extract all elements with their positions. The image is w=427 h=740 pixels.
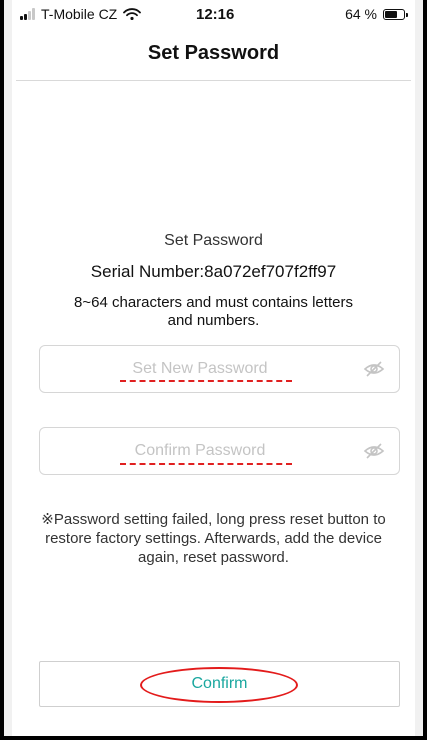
new-password-field[interactable]	[39, 345, 400, 393]
reset-notice: ※Password setting failed, long press res…	[41, 511, 386, 566]
status-time: 12:16	[196, 6, 235, 23]
serial-number: Serial Number:8a072ef707f2ff97	[90, 262, 337, 281]
eye-hidden-icon[interactable]	[363, 360, 385, 378]
battery-tip	[406, 12, 408, 17]
wifi-icon	[123, 8, 142, 20]
battery-icon	[383, 8, 408, 20]
annotation-underline-new-password	[120, 380, 292, 382]
page-title: Set Password	[147, 42, 280, 64]
status-right: 64 %	[345, 6, 408, 22]
screen-gutter-right	[415, 0, 423, 740]
confirm-password-input[interactable]	[50, 428, 350, 474]
nav-divider	[16, 80, 411, 81]
carrier-label: T-Mobile CZ	[41, 6, 118, 22]
eye-hidden-icon[interactable]	[363, 442, 385, 460]
battery-percent: 64 %	[345, 6, 377, 22]
battery-level	[385, 10, 397, 18]
screen-gutter-left	[4, 0, 12, 740]
frame-border-bottom	[0, 736, 427, 740]
password-requirements: 8~64 characters and must contains letter…	[74, 294, 353, 329]
form-heading: Set Password	[164, 232, 263, 249]
status-left: T-Mobile CZ	[20, 6, 142, 22]
frame-border-left	[0, 0, 4, 740]
annotation-underline-confirm-password	[120, 463, 292, 465]
confirm-password-field[interactable]	[39, 427, 400, 475]
status-bar: T-Mobile CZ 12:16 64 %	[16, 0, 411, 30]
signal-icon	[20, 8, 35, 20]
new-password-input[interactable]	[50, 346, 350, 392]
confirm-button[interactable]: Confirm	[39, 661, 400, 707]
frame-border-right	[423, 0, 427, 740]
